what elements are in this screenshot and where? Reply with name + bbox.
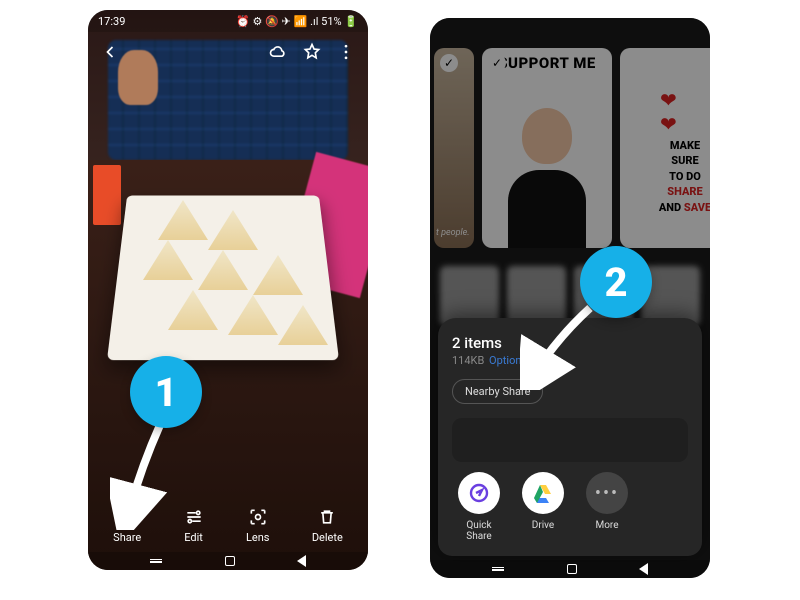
status-time: 17:39 [98, 15, 125, 28]
nav-recent-icon[interactable] [150, 559, 162, 563]
lens-label: Lens [246, 531, 270, 544]
status-icons: ⏰ ⚙ 🔕 ✈ [236, 15, 291, 28]
arrow-2 [520, 300, 610, 390]
more-label: More [595, 520, 618, 531]
android-navbar [430, 560, 710, 578]
contacts-row[interactable] [452, 418, 688, 462]
quick-share-icon [458, 472, 500, 514]
nav-home-icon[interactable] [225, 556, 235, 566]
cloud-icon[interactable] [268, 42, 288, 62]
step-badge-1: 1 [130, 356, 202, 428]
drive-app[interactable]: Drive [522, 472, 564, 542]
photo-topbar [88, 36, 368, 68]
android-navbar [88, 552, 368, 570]
more-apps[interactable]: ••• More [586, 472, 628, 542]
delete-label: Delete [312, 531, 343, 544]
step-badge-2: 2 [580, 246, 652, 318]
star-icon[interactable] [302, 42, 322, 62]
more-icon: ••• [586, 472, 628, 514]
drive-icon [522, 472, 564, 514]
nav-home-icon[interactable] [567, 564, 577, 574]
lens-button[interactable]: Lens [246, 507, 270, 544]
drive-label: Drive [532, 520, 554, 531]
arrow-1 [110, 420, 190, 530]
quick-share-app[interactable]: Quick Share [458, 472, 500, 542]
edit-label: Edit [184, 531, 203, 544]
nav-recent-icon[interactable] [492, 567, 504, 571]
more-icon[interactable] [336, 42, 356, 62]
delete-button[interactable]: Delete [312, 507, 343, 544]
back-icon[interactable] [100, 42, 120, 62]
status-bar: 17:39 ⏰ ⚙ 🔕 ✈ 📶 .ıl 51% 🔋 [88, 10, 368, 32]
quick-share-label: Quick Share [466, 520, 491, 542]
nav-back-icon[interactable] [639, 563, 648, 575]
share-label: Share [113, 531, 141, 544]
share-apps-row: Quick Share Drive ••• More [452, 462, 688, 548]
nav-back-icon[interactable] [297, 555, 306, 567]
status-battery: 📶 .ıl 51% 🔋 [294, 15, 358, 28]
phone-screenshot-2: ✓ t people. ✓ SUPPORT ME ❤❤ MAKE SURE TO… [430, 18, 710, 578]
